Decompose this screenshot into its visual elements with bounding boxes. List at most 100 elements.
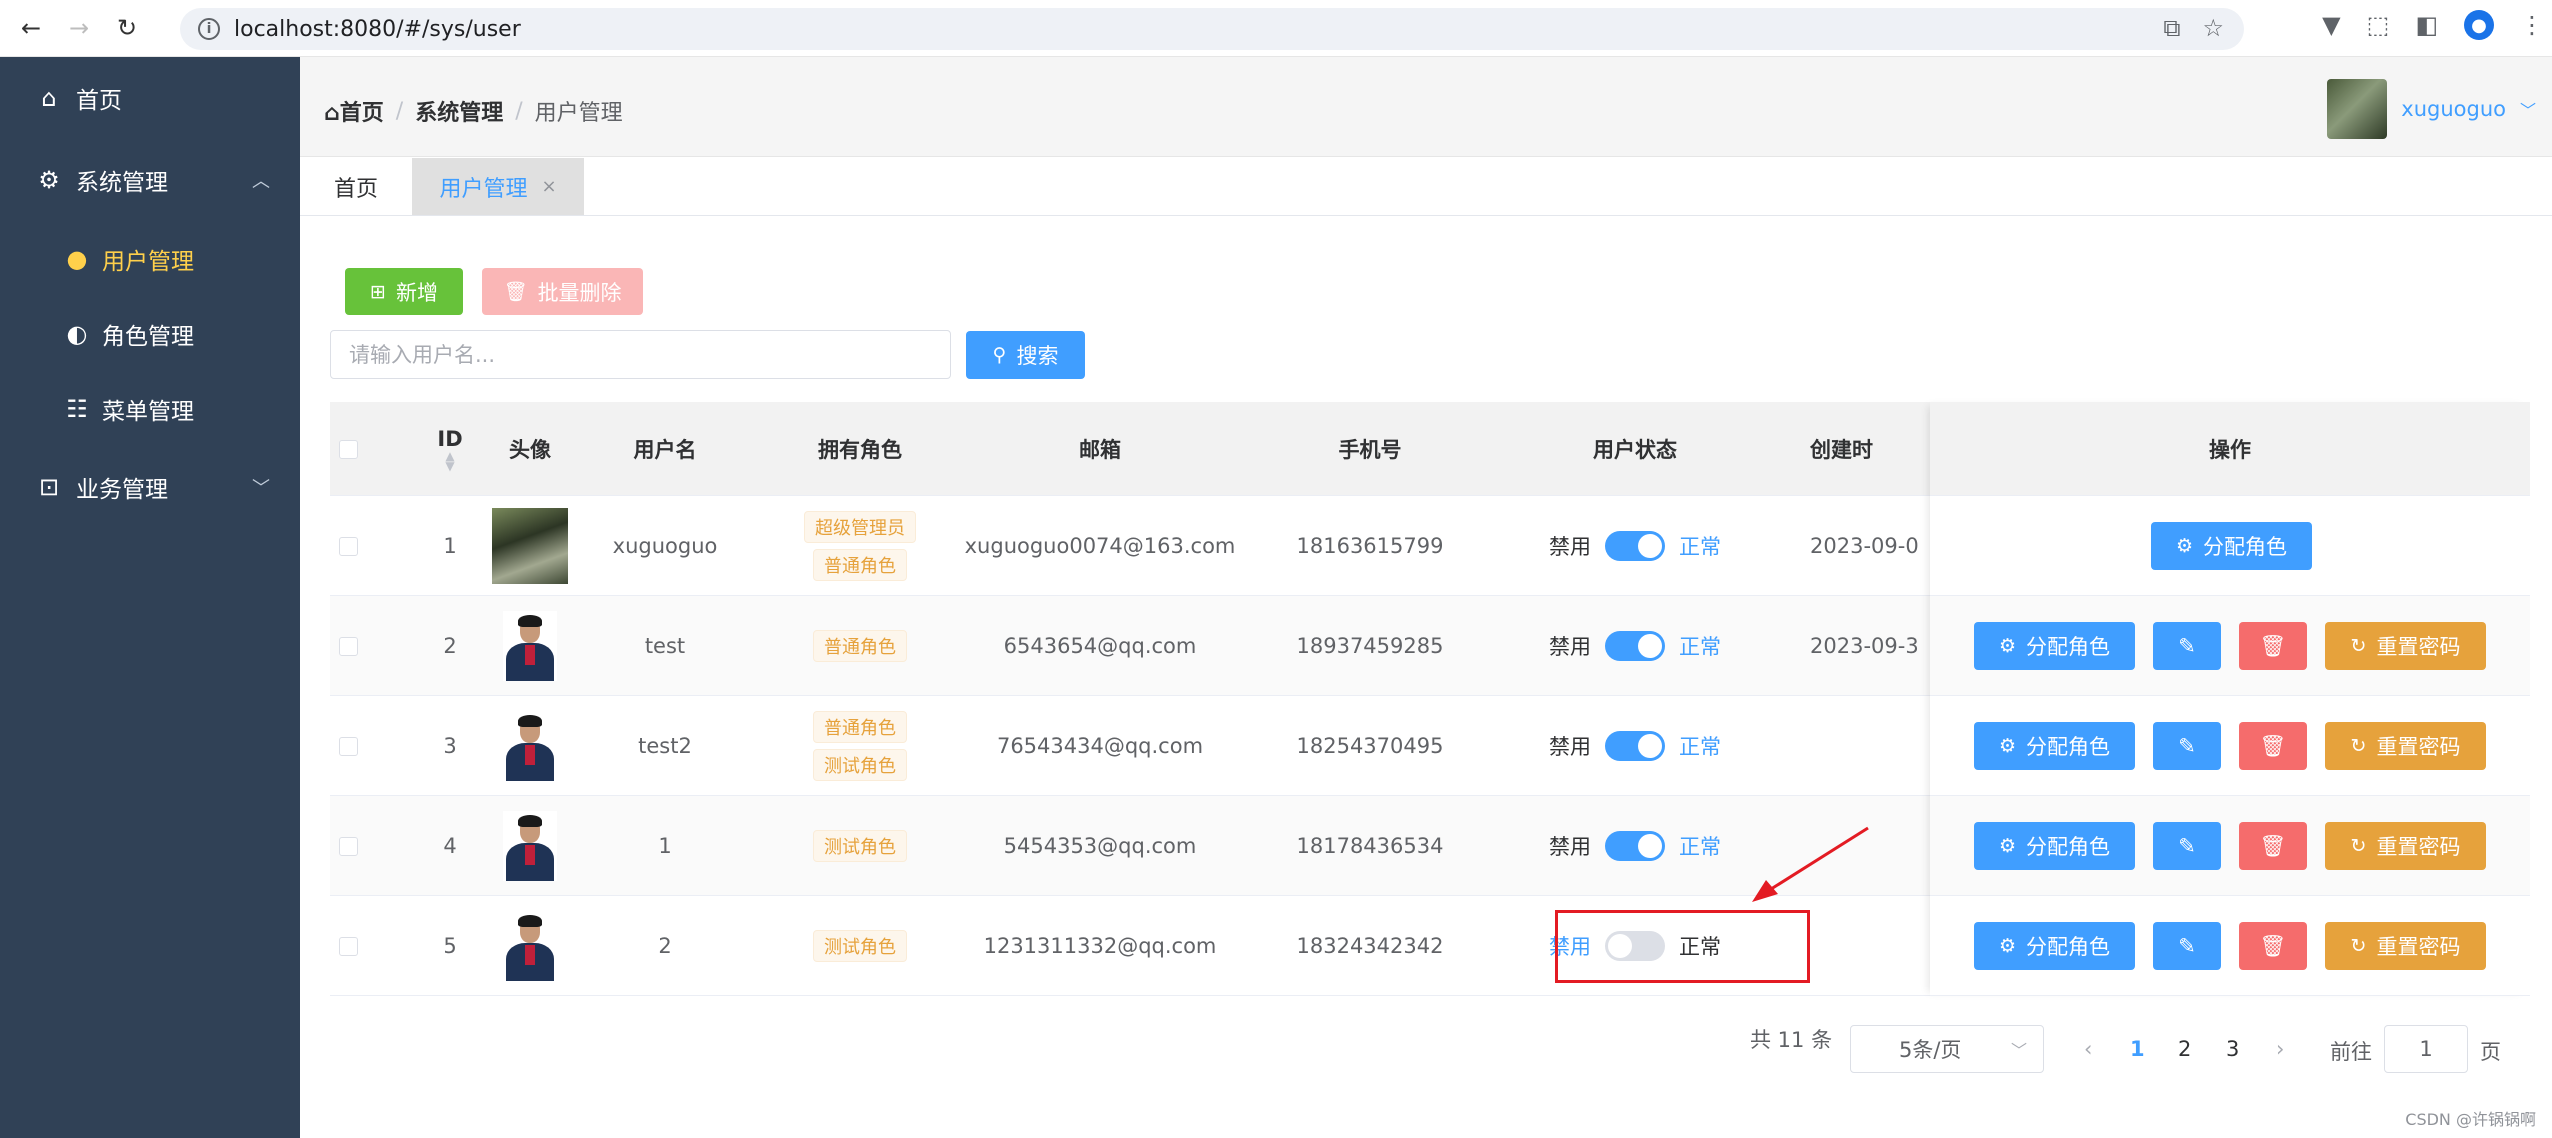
row-select[interactable] [330, 796, 366, 896]
reset-password-button[interactable]: ↻ 重置密码 [2325, 622, 2486, 670]
edit-icon: ✎ [2178, 834, 2196, 858]
user-menu[interactable]: xuguoguo ﹀ [2327, 79, 2536, 139]
edit-button[interactable]: ✎ [2153, 622, 2221, 670]
checkbox[interactable] [338, 936, 358, 956]
profile-icon[interactable]: ● [2464, 10, 2494, 40]
open-external-icon[interactable]: ⧉ [2163, 14, 2180, 42]
checkbox[interactable] [338, 536, 358, 556]
actions-row: ⚙ 分配角色 [1930, 496, 2530, 596]
site-info-icon[interactable]: i [198, 18, 220, 40]
tab-home[interactable]: 首页 [300, 158, 412, 215]
forward-icon[interactable]: → [62, 11, 96, 45]
status-on-label: 正常 [1679, 635, 1721, 659]
sidebar-icon[interactable]: ◧ [2415, 11, 2438, 39]
next-page-button[interactable]: › [2276, 1037, 2284, 1061]
page-2[interactable]: 2 [2178, 1037, 2191, 1061]
cell-avatar [490, 696, 570, 796]
delete-button[interactable]: 🗑 [2239, 922, 2307, 970]
cell-roles: 普通角色 [770, 596, 950, 696]
cell-roles: 超级管理员 普通角色 [770, 496, 950, 596]
status-switch[interactable] [1605, 631, 1665, 661]
assign-role-button[interactable]: ⚙ 分配角色 [1974, 822, 2135, 870]
row-select[interactable] [330, 596, 366, 696]
sidebar-item-menus[interactable]: ☷ 菜单管理 [0, 371, 300, 446]
add-button[interactable]: ⊞ 新增 [345, 268, 463, 315]
status-switch[interactable] [1605, 731, 1665, 761]
delete-button[interactable]: 🗑 [2239, 822, 2307, 870]
reset-password-button[interactable]: ↻ 重置密码 [2325, 922, 2486, 970]
close-icon[interactable]: × [541, 176, 556, 197]
reset-password-button[interactable]: ↻ 重置密码 [2325, 822, 2486, 870]
prev-page-button[interactable]: ‹ [2084, 1037, 2092, 1061]
goto-page-input[interactable] [2384, 1025, 2468, 1073]
edit-icon: ✎ [2178, 634, 2196, 658]
delete-button[interactable]: 🗑 [2239, 722, 2307, 770]
avatar [2327, 79, 2388, 139]
trash-icon: 🗑 [503, 281, 528, 303]
add-file-icon: ⊞ [370, 280, 386, 303]
star-icon[interactable]: ☆ [2202, 14, 2224, 42]
assign-role-button[interactable]: ⚙ 分配角色 [1974, 722, 2135, 770]
checkbox[interactable] [338, 736, 358, 756]
sidebar-item-roles[interactable]: ◐ 角色管理 [0, 296, 300, 371]
sidebar-item-label: 角色管理 [102, 323, 194, 350]
chevron-down-icon: ﹀ [2010, 1041, 2027, 1060]
sort-icon[interactable]: ▲ ▼ [445, 450, 454, 472]
breadcrumb-home[interactable]: ⌂首页 [324, 95, 384, 127]
page-1[interactable]: 1 [2130, 1037, 2145, 1061]
checkbox[interactable] [338, 836, 358, 856]
gear-icon: ⚙ [1998, 735, 2017, 757]
row-select[interactable] [330, 496, 366, 596]
sidebar-item-home[interactable]: ⌂ 首页 [0, 57, 300, 139]
address-bar[interactable]: i localhost:8080/#/sys/user ⧉ ☆ [180, 8, 2244, 50]
edit-button[interactable]: ✎ [2153, 922, 2221, 970]
avatar [503, 811, 557, 881]
cell-status: 禁用 正常 [1520, 596, 1750, 696]
actions-row: ⚙ 分配角色 ✎ 🗑 ↻ 重置密码 [1930, 596, 2530, 696]
cell-phone: 18324342342 [1296, 934, 1444, 958]
status-switch[interactable] [1605, 831, 1665, 861]
delete-button[interactable]: 🗑 [2239, 622, 2307, 670]
assign-role-button[interactable]: ⚙ 分配角色 [1974, 922, 2135, 970]
search-button[interactable]: ⚲ 搜索 [966, 331, 1085, 379]
col-status: 用户状态 [1593, 438, 1677, 462]
breadcrumb: ⌂首页 / 系统管理 / 用户管理 [324, 95, 623, 127]
breadcrumb-system[interactable]: 系统管理 [415, 95, 503, 127]
edit-icon: ✎ [2178, 734, 2196, 758]
page-size-select[interactable]: 5条/页 ﹀ [1850, 1025, 2044, 1073]
page-3[interactable]: 3 [2226, 1037, 2239, 1061]
checkbox[interactable] [338, 439, 358, 459]
status-switch[interactable] [1605, 531, 1665, 561]
tab-bar: 首页 用户管理 × [300, 158, 2552, 216]
edit-button[interactable]: ✎ [2153, 722, 2221, 770]
edit-button[interactable]: ✎ [2153, 822, 2221, 870]
breadcrumb-current: 用户管理 [534, 101, 623, 126]
reset-password-button[interactable]: ↻ 重置密码 [2325, 722, 2486, 770]
avatar [503, 711, 557, 781]
row-select[interactable] [330, 696, 366, 796]
assign-role-button[interactable]: ⚙ 分配角色 [2151, 522, 2312, 570]
cell-status: 禁用 正常 [1520, 696, 1750, 796]
extension-vpn-icon[interactable]: ▼ [2322, 11, 2340, 39]
checkbox[interactable] [338, 636, 358, 656]
select-all[interactable] [330, 402, 366, 496]
more-icon[interactable]: ⋮ [2520, 11, 2544, 39]
back-icon[interactable]: ← [14, 11, 48, 45]
row-select[interactable] [330, 896, 366, 996]
status-on-label: 正常 [1679, 735, 1721, 759]
extension-icon[interactable]: ⬚ [2367, 11, 2390, 39]
trash-icon: 🗑 [2259, 933, 2287, 958]
reload-icon[interactable]: ↻ [110, 11, 144, 45]
sidebar-item-system[interactable]: ⚙ 系统管理 ︿ [0, 139, 300, 221]
tab-user-management[interactable]: 用户管理 × [412, 158, 584, 215]
col-id[interactable]: ID ▲ ▼ [410, 402, 490, 496]
refresh-icon: ↻ [2350, 935, 2367, 957]
home-icon: ⌂ [41, 84, 57, 112]
sidebar-item-business[interactable]: ⊡ 业务管理 ﹀ [0, 446, 300, 528]
batch-delete-button[interactable]: 🗑 批量删除 [482, 268, 643, 315]
sidebar-item-users[interactable]: ● 用户管理 [0, 221, 300, 296]
search-input[interactable] [330, 330, 951, 379]
assign-role-button[interactable]: ⚙ 分配角色 [1974, 622, 2135, 670]
tab-label: 首页 [333, 176, 378, 202]
cell-username: xuguoguo [612, 534, 718, 558]
